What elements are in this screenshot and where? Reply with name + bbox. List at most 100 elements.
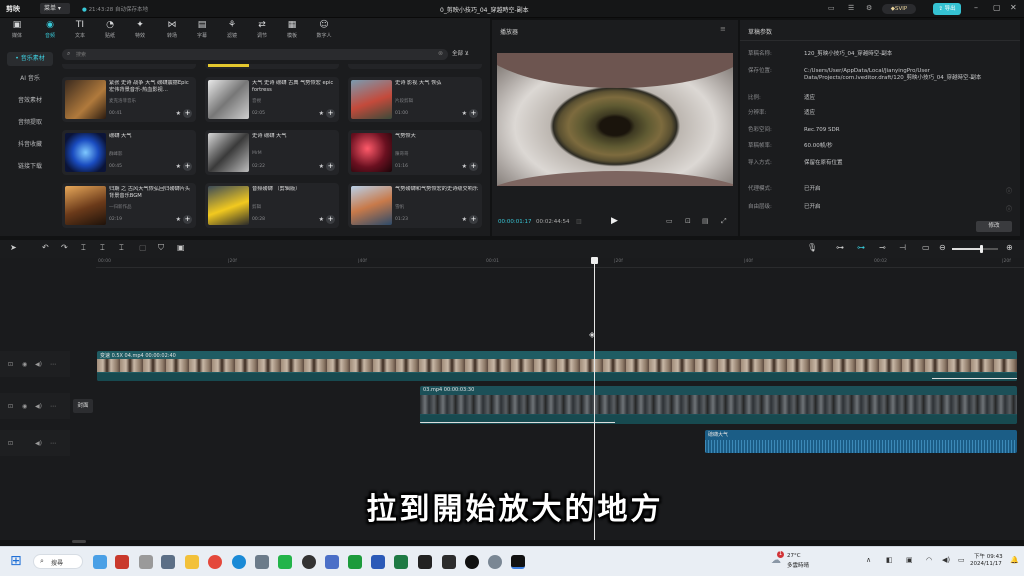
favorite-icon[interactable]: ★ xyxy=(319,216,324,223)
add-icon[interactable]: + xyxy=(183,215,192,224)
settings-gear-icon[interactable] xyxy=(488,555,502,569)
xbox-icon[interactable] xyxy=(348,555,362,569)
clear-icon[interactable]: ⊗ xyxy=(438,50,443,57)
add-icon[interactable]: + xyxy=(183,162,192,171)
store-icon[interactable] xyxy=(255,555,269,569)
layout-icon[interactable]: ▭ xyxy=(828,4,835,12)
more-icon[interactable]: ⋯ xyxy=(50,403,56,410)
eye-icon[interactable]: ◉ xyxy=(22,361,27,368)
add-icon[interactable]: + xyxy=(469,162,478,171)
tablet-icon[interactable] xyxy=(442,555,456,569)
music-card[interactable]: 磅礴 大气 群峰影 00:45 ★ + xyxy=(62,130,196,175)
lock-icon[interactable]: ⊡ xyxy=(8,403,13,410)
music-card[interactable]: 大气 史诗 磅礴 古典 气势恢宏 epic fortress 音視 02:05 ★ + xyxy=(205,77,339,122)
chrome-icon[interactable] xyxy=(208,555,222,569)
add-icon[interactable]: + xyxy=(326,162,335,171)
freeze-icon[interactable]: ▣ xyxy=(177,243,185,252)
redo-icon[interactable]: ↷ xyxy=(61,243,68,252)
sidebar-item-ai-music[interactable]: AI 音乐 xyxy=(7,72,53,86)
obs-icon[interactable] xyxy=(302,555,316,569)
marker-icon[interactable]: ⛉ xyxy=(158,243,164,253)
timeline-mode-icon[interactable]: ▥ xyxy=(576,218,582,225)
favorite-icon[interactable]: ★ xyxy=(462,216,467,223)
file-explorer-icon[interactable] xyxy=(185,555,199,569)
player-menu-icon[interactable]: ≡ xyxy=(720,25,726,33)
favorite-icon[interactable]: ★ xyxy=(176,110,181,117)
favorite-icon[interactable]: ★ xyxy=(319,110,324,117)
favorite-icon[interactable]: ★ xyxy=(319,163,324,170)
excel-icon[interactable] xyxy=(394,555,408,569)
undo-icon[interactable]: ↶ xyxy=(42,243,49,252)
edge-icon[interactable] xyxy=(232,555,246,569)
minimize-icon[interactable]: – xyxy=(974,3,978,12)
tab-digital-human[interactable]: ☺ 数字人 xyxy=(311,19,337,43)
delete-icon[interactable]: ▢ xyxy=(139,243,147,252)
more-icon[interactable]: ⋯ xyxy=(50,440,56,447)
clock-time[interactable]: 下午 09:43 xyxy=(974,552,1003,560)
select-tool-icon[interactable]: ➤ xyxy=(10,243,17,252)
sidebar-item-music[interactable]: • 音乐素材 xyxy=(7,52,53,66)
sidebar-item-sound-effects[interactable]: 音效素材 xyxy=(7,94,53,108)
search-input[interactable]: ⌕ 搜索 ⊗ xyxy=(62,49,448,60)
video-clip-1[interactable]: 变速 0.5X 04.mp4 00:00:02:40 xyxy=(97,351,1017,381)
split-left-icon[interactable]: ⌶ xyxy=(100,243,105,253)
music-card[interactable]: 史诗 影视 大气 恢弘 片段剪辑 01:00 ★ + xyxy=(348,77,482,122)
weather-widget[interactable]: ☁ 1 27°C 多雲時晴 xyxy=(771,551,831,571)
clock-date[interactable]: 2024/11/17 xyxy=(970,561,1002,567)
close-icon[interactable]: ✕ xyxy=(1010,3,1017,12)
mic-icon[interactable]: 🎙 xyxy=(807,243,817,252)
split-right-icon[interactable]: ⌶ xyxy=(119,243,124,253)
zoom-out-icon[interactable]: ⊖ xyxy=(939,243,946,252)
eye-icon[interactable]: ◉ xyxy=(22,403,27,410)
tiktok-icon[interactable] xyxy=(465,555,479,569)
audio-clip[interactable]: 磅礴大气 xyxy=(705,430,1017,453)
play-icon[interactable]: ▶ xyxy=(611,216,618,226)
add-icon[interactable]: + xyxy=(183,109,192,118)
settings-icon[interactable]: ⚙ xyxy=(866,4,872,12)
help-icon[interactable]: ☰ xyxy=(848,4,854,12)
add-icon[interactable]: + xyxy=(326,109,335,118)
menu-button[interactable]: 菜单 ▾ xyxy=(40,3,70,14)
volume-icon[interactable]: ◀) xyxy=(35,440,42,447)
modify-button[interactable]: 修改 xyxy=(976,221,1012,232)
tab-adjust[interactable]: ⇄ 调节 xyxy=(249,19,275,43)
photos-icon[interactable] xyxy=(325,555,339,569)
battery-icon[interactable]: ▭ xyxy=(958,556,965,564)
tab-captions[interactable]: ▤ 字幕 xyxy=(189,19,215,43)
windows-start-icon[interactable]: ⊞ xyxy=(10,553,22,569)
volume-icon[interactable]: ◀) xyxy=(35,403,42,410)
tab-transition[interactable]: ⋈ 转场 xyxy=(159,19,185,43)
task-view-icon[interactable] xyxy=(139,555,153,569)
sidebar-item-link-download[interactable]: 链接下载 xyxy=(7,160,53,174)
cover-button[interactable]: 封面 xyxy=(73,399,93,413)
add-icon[interactable]: + xyxy=(469,109,478,118)
tab-sticker[interactable]: ◔ 贴纸 xyxy=(97,19,123,43)
music-card[interactable]: 紧张 史诗 战争 大气 磅礴震撼Epic宏伟背景音乐-热血影视… 麦克洛菲音乐 00… xyxy=(62,77,196,122)
layer-info-icon[interactable]: ⓘ xyxy=(1006,204,1012,213)
favorite-icon[interactable]: ★ xyxy=(176,163,181,170)
tab-audio[interactable]: ◉ 音频 xyxy=(37,19,63,43)
fullscreen-icon[interactable]: ⤢ xyxy=(721,217,727,226)
office-icon[interactable] xyxy=(115,555,129,569)
tray-chevron-icon[interactable]: ∧ xyxy=(866,556,871,564)
capcut-icon[interactable] xyxy=(418,555,432,569)
volume-icon[interactable]: ◀) xyxy=(35,361,42,368)
favorite-icon[interactable]: ★ xyxy=(176,216,181,223)
add-icon[interactable]: + xyxy=(469,215,478,224)
main-track-link-icon[interactable]: ⊶ xyxy=(836,243,844,252)
tab-text[interactable]: TI 文本 xyxy=(67,19,93,43)
favorite-icon[interactable]: ★ xyxy=(462,110,467,117)
speaker-icon[interactable]: ◀) xyxy=(942,556,950,564)
auto-snap-icon[interactable]: ⊶ xyxy=(857,243,865,252)
calculator-icon[interactable] xyxy=(161,555,175,569)
split-icon[interactable]: ⌶ xyxy=(81,243,86,253)
zoom-slider-thumb[interactable] xyxy=(980,245,983,253)
link-icon[interactable]: ⊸ xyxy=(879,243,886,252)
music-card[interactable]: 归期 之 古风大气恢弘回归磅礴片头背景音乐BGM 一归新作品 02:19 ★ + xyxy=(62,183,196,228)
tab-template[interactable]: ▦ 模板 xyxy=(279,19,305,43)
taskbar-search[interactable]: ⌕ 搜尋 xyxy=(33,554,83,569)
keyframe-icon[interactable]: ◈ xyxy=(589,330,595,339)
music-card[interactable]: 气势磅礴和气势恢宏的史诗级交响乐 雪帆 01:23 ★ + xyxy=(348,183,482,228)
maximize-icon[interactable]: ▢ xyxy=(993,3,1001,12)
preview-quality-icon[interactable]: ▭ xyxy=(666,217,673,225)
